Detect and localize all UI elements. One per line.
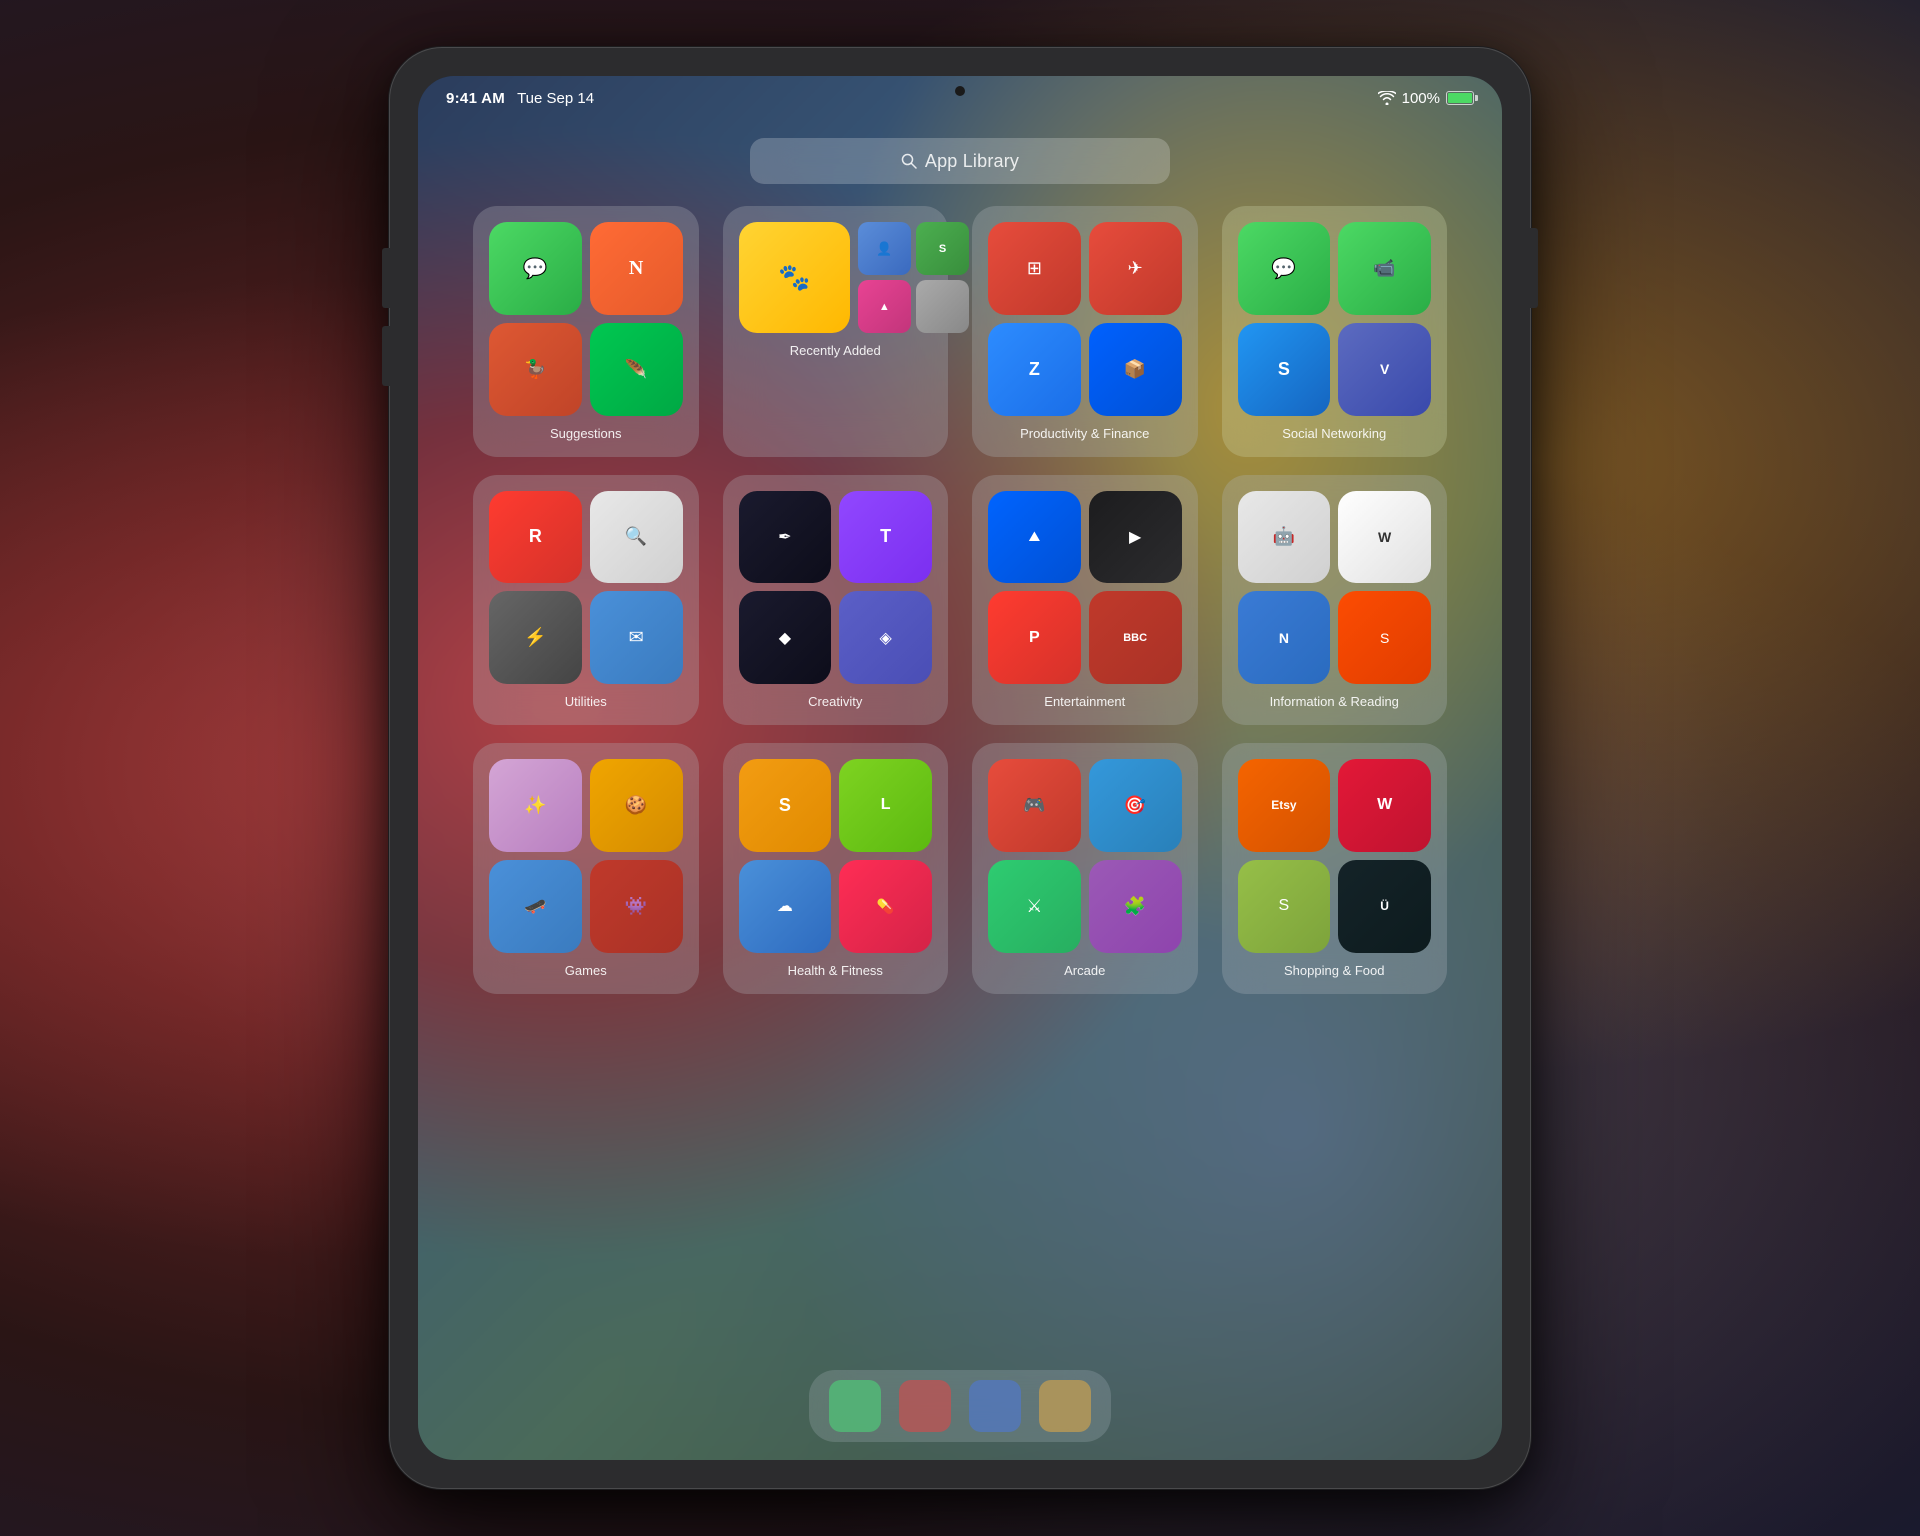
status-date: Tue Sep 14 [517, 90, 594, 107]
app-shopify[interactable]: S [1238, 860, 1331, 953]
folder-productivity-label: Productivity & Finance [1020, 426, 1149, 441]
folder-creativity[interactable]: ✒ T ◆ ◈ Creativity [723, 475, 949, 726]
app-library-content: App Library 💬 N 🦆 🪶 Suggestions [418, 120, 1502, 1460]
folder-creativity-label: Creativity [808, 694, 862, 709]
folder-health-label: Health & Fitness [788, 963, 883, 978]
status-bar: 9:41 AM Tue Sep 14 100% [418, 76, 1502, 120]
folder-games-label: Games [565, 963, 607, 978]
app-extra1[interactable] [916, 280, 969, 333]
folder-recently-added[interactable]: 🐾 👤 S ▲ Recently Added [723, 206, 949, 457]
app-gacha[interactable]: ✨ [489, 759, 582, 852]
folder-social-label: Social Networking [1282, 426, 1386, 441]
app-pokemon[interactable]: 🐾 [739, 222, 850, 333]
folder-recently-added-label: Recently Added [790, 343, 881, 358]
status-time: 9:41 AM [446, 90, 505, 107]
app-skateboard[interactable]: 🛹 [489, 860, 582, 953]
dock-app-4[interactable] [1039, 1380, 1091, 1432]
volume-up-button[interactable] [382, 248, 390, 308]
app-facetime[interactable]: 📹 [1338, 222, 1431, 315]
app-spark[interactable]: ✈ [1089, 222, 1182, 315]
app-cookie-dungeon[interactable]: 🍪 [590, 759, 683, 852]
app-quill[interactable]: ✒ [739, 491, 832, 584]
folder-arcade-label: Arcade [1064, 963, 1105, 978]
app-darkroom[interactable]: ▲ [858, 280, 911, 333]
app-vysor[interactable]: V [1338, 323, 1431, 416]
folder-health[interactable]: S L ☁ 💊 Health & Fitness [723, 743, 949, 994]
app-robinhood[interactable]: 🪶 [590, 323, 683, 416]
search-placeholder-text: App Library [925, 151, 1019, 172]
app-zoom[interactable]: Z [988, 323, 1081, 416]
app-nbc[interactable]: N [1238, 591, 1331, 684]
scene-background: 9:41 AM Tue Sep 14 100% [0, 0, 1920, 1536]
wifi-icon [1378, 91, 1396, 105]
app-superstar[interactable]: S [916, 222, 969, 275]
folder-social[interactable]: 💬 📹 S V Social Networking [1222, 206, 1448, 457]
dock-app-1[interactable] [829, 1380, 881, 1432]
battery-icon [1446, 91, 1474, 105]
folder-utilities[interactable]: R 🔍 ⚡ ✉ Utilities [473, 475, 699, 726]
app-notability[interactable]: N [590, 222, 683, 315]
app-messages[interactable]: 💬 [489, 222, 582, 315]
app-affinity[interactable]: ◆ [739, 591, 832, 684]
app-walgreens[interactable]: W [1338, 759, 1431, 852]
app-siri-shortcuts[interactable]: S [739, 759, 832, 852]
folder-games[interactable]: ✨ 🍪 🛹 👾 Games [473, 743, 699, 994]
folder-productivity[interactable]: ⊞ ✈ Z 📦 Productivity & Finance [972, 206, 1198, 457]
folder-arcade[interactable]: 🎮 🎯 ⚔ 🧩 Arcade [972, 743, 1198, 994]
ipad-device: 9:41 AM Tue Sep 14 100% [390, 48, 1530, 1488]
app-bbc[interactable]: BBC [1089, 591, 1182, 684]
app-strava[interactable]: S [1338, 591, 1431, 684]
app-among-us[interactable]: 👾 [590, 860, 683, 953]
app-creative[interactable]: ◈ [839, 591, 932, 684]
app-arcade-4[interactable]: 🧩 [1089, 860, 1182, 953]
folder-suggestions[interactable]: 💬 N 🦆 🪶 Suggestions [473, 206, 699, 457]
app-mail[interactable]: ✉ [590, 591, 683, 684]
app-arcade-3[interactable]: ⚔ [988, 860, 1081, 953]
app-etsy[interactable]: Etsy [1238, 759, 1331, 852]
folder-utilities-label: Utilities [565, 694, 607, 709]
volume-down-button[interactable] [382, 326, 390, 386]
folder-entertainment[interactable]: ⛰ ▶ P BBC Entertainment [972, 475, 1198, 726]
app-duckduckgo[interactable]: 🦆 [489, 323, 582, 416]
search-icon [901, 153, 917, 169]
app-dropbox[interactable]: 📦 [1089, 323, 1182, 416]
app-quicklook[interactable]: 🔍 [590, 491, 683, 584]
power-button[interactable] [1530, 228, 1538, 308]
app-arcade-2[interactable]: 🎯 [1089, 759, 1182, 852]
app-signal[interactable]: S [1238, 323, 1331, 416]
app-uber-eats[interactable]: Ü [1338, 860, 1431, 953]
app-wikipedia[interactable]: W [1338, 491, 1431, 584]
app-paramount[interactable]: ⛰ [988, 491, 1081, 584]
search-bar[interactable]: App Library [750, 138, 1170, 184]
folder-shopping-label: Shopping & Food [1284, 963, 1384, 978]
app-reeder[interactable]: R [489, 491, 582, 584]
app-twitch[interactable]: T [839, 491, 932, 584]
ipad-screen: 9:41 AM Tue Sep 14 100% [418, 76, 1502, 1460]
app-portrait[interactable]: 👤 [858, 222, 911, 275]
status-right-group: 100% [1378, 90, 1474, 107]
dock-hint [809, 1370, 1111, 1442]
app-calm[interactable]: ☁ [739, 860, 832, 953]
app-shortcuts[interactable]: ⚡ [489, 591, 582, 684]
battery-fill [1448, 93, 1472, 103]
dock-app-3[interactable] [969, 1380, 1021, 1432]
app-pocketcasts[interactable]: P [988, 591, 1081, 684]
folder-shopping[interactable]: Etsy W S Ü Shopping & Food [1222, 743, 1448, 994]
app-medis[interactable]: 💊 [839, 860, 932, 953]
app-lifesum[interactable]: L [839, 759, 932, 852]
app-office[interactable]: ⊞ [988, 222, 1081, 315]
folder-info-reading[interactable]: 🤖 W N S Information & Reading [1222, 475, 1448, 726]
dock-app-2[interactable] [899, 1380, 951, 1432]
app-appletv[interactable]: ▶ [1089, 491, 1182, 584]
battery-percent: 100% [1402, 90, 1440, 107]
folder-suggestions-label: Suggestions [550, 426, 622, 441]
folder-info-reading-label: Information & Reading [1270, 694, 1399, 709]
app-sms[interactable]: 💬 [1238, 222, 1331, 315]
folder-entertainment-label: Entertainment [1044, 694, 1125, 709]
app-arcade-1[interactable]: 🎮 [988, 759, 1081, 852]
app-mango[interactable]: 🤖 [1238, 491, 1331, 584]
